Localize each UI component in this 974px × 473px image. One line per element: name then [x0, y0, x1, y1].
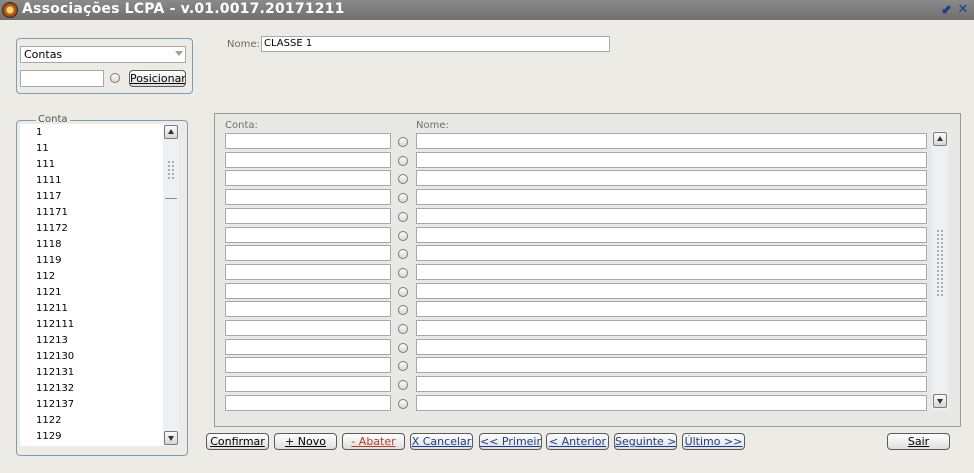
nome-label: Nome:: [227, 39, 260, 50]
scroll-grip-icon[interactable]: [167, 160, 175, 180]
grid-conta-input[interactable]: [225, 320, 391, 336]
grid-row-radio[interactable]: [398, 249, 408, 259]
list-item[interactable]: 1121: [36, 287, 61, 298]
grid-nome-input[interactable]: [416, 245, 927, 261]
grid-nome-input[interactable]: [416, 133, 927, 149]
nome-input[interactable]: CLASSE 1: [261, 36, 610, 52]
list-item[interactable]: 112111: [36, 319, 74, 330]
grid-nome-input[interactable]: [416, 339, 927, 355]
grid-nome-input[interactable]: [416, 264, 927, 280]
grid-conta-input[interactable]: [225, 227, 391, 243]
grid-row-radio[interactable]: [398, 231, 408, 241]
grid-nome-input[interactable]: [416, 357, 927, 373]
list-item[interactable]: 111: [36, 159, 55, 170]
grid-nome-input[interactable]: [416, 301, 927, 317]
seguinte-button[interactable]: Seguinte >: [614, 433, 677, 450]
scroll-grip-icon[interactable]: [936, 229, 944, 297]
list-item[interactable]: 1119: [36, 255, 61, 266]
scroll-thumb-edge: [165, 198, 177, 199]
grid-conta-input[interactable]: [225, 339, 391, 355]
scroll-down-icon[interactable]: [164, 431, 178, 445]
grid-conta-input[interactable]: [225, 152, 391, 168]
novo-button[interactable]: + Novo: [274, 433, 337, 450]
grid-nome-input[interactable]: [416, 170, 927, 186]
grid-conta-input[interactable]: [225, 189, 391, 205]
list-item[interactable]: 1111: [36, 175, 61, 186]
posicionar-button[interactable]: Posicionar: [129, 70, 186, 87]
list-item[interactable]: 1118: [36, 239, 61, 250]
grid-nome-input[interactable]: [416, 189, 927, 205]
conta-list[interactable]: 1 11 111 1111 1117 11171 11172 1118 1119…: [20, 124, 163, 446]
list-item[interactable]: 1: [36, 127, 42, 138]
grid-row-radio[interactable]: [398, 305, 408, 315]
app-logo-icon: [2, 2, 18, 18]
minimize-icon[interactable]: ⬋: [940, 2, 954, 18]
grid-conta-input[interactable]: [225, 170, 391, 186]
grid-conta-input[interactable]: [225, 133, 391, 149]
grid-conta-input[interactable]: [225, 245, 391, 261]
conta-list-scrollbar[interactable]: [163, 124, 179, 446]
list-item[interactable]: 11171: [36, 207, 68, 218]
position-input[interactable]: [20, 70, 104, 87]
grid-row-radio[interactable]: [398, 399, 408, 409]
grid-row-radio[interactable]: [398, 380, 408, 390]
grid-conta-input[interactable]: [225, 208, 391, 224]
scroll-down-icon[interactable]: [933, 394, 947, 408]
grid-conta-input[interactable]: [225, 395, 391, 411]
list-item[interactable]: 11172: [36, 223, 68, 234]
list-item[interactable]: 11213: [36, 335, 68, 346]
grid-nome-input[interactable]: [416, 320, 927, 336]
ultimo-button[interactable]: Último >>: [682, 433, 745, 450]
list-item[interactable]: 112131: [36, 367, 74, 378]
col-nome-header: Nome:: [416, 120, 449, 131]
list-item[interactable]: 1122: [36, 415, 61, 426]
grid-row-radio[interactable]: [398, 193, 408, 203]
col-conta-header: Conta:: [225, 120, 258, 131]
close-icon[interactable]: ✕: [956, 2, 970, 18]
chevron-down-icon: [175, 51, 183, 56]
grid-row-radio[interactable]: [398, 174, 408, 184]
list-item[interactable]: 112: [36, 271, 55, 282]
title-bar[interactable]: Associações LCPA - v.01.0017.20171211 ⬋ …: [0, 0, 974, 20]
list-item[interactable]: 1129: [36, 431, 61, 442]
list-item[interactable]: 112137: [36, 399, 74, 410]
grid-row-radio[interactable]: [398, 156, 408, 166]
list-item[interactable]: 112130: [36, 351, 74, 362]
grid-row-radio[interactable]: [398, 324, 408, 334]
grid-row-radio[interactable]: [398, 343, 408, 353]
list-item[interactable]: 11211: [36, 303, 68, 314]
confirmar-button[interactable]: Confirmar: [206, 433, 269, 450]
grid-nome-input[interactable]: [416, 395, 927, 411]
cancelar-button[interactable]: X Cancelar: [410, 433, 473, 450]
grid-nome-input[interactable]: [416, 152, 927, 168]
grid-conta-input[interactable]: [225, 283, 391, 299]
abater-button[interactable]: - Abater: [342, 433, 405, 450]
grid-conta-input[interactable]: [225, 301, 391, 317]
grid-scrollbar[interactable]: [932, 131, 948, 410]
scroll-up-icon[interactable]: [933, 132, 947, 146]
list-item[interactable]: 11: [36, 143, 49, 154]
grid-nome-input[interactable]: [416, 283, 927, 299]
sair-button[interactable]: Sair: [887, 433, 950, 450]
grid-row-radio[interactable]: [398, 361, 408, 371]
grid-nome-input[interactable]: [416, 227, 927, 243]
grid-nome-input[interactable]: [416, 208, 927, 224]
grid-row-radio[interactable]: [398, 137, 408, 147]
list-type-select[interactable]: Contas: [20, 46, 186, 63]
list-type-select-value: Contas: [24, 48, 63, 61]
grid-conta-input[interactable]: [225, 357, 391, 373]
list-item[interactable]: 112132: [36, 383, 74, 394]
primeiro-button[interactable]: << Primeiro: [479, 433, 542, 450]
grid-row-radio[interactable]: [398, 212, 408, 222]
grid-nome-input[interactable]: [416, 376, 927, 392]
list-item[interactable]: 1117: [36, 191, 61, 202]
position-radio[interactable]: [110, 73, 120, 83]
anterior-button[interactable]: < Anterior: [546, 433, 609, 450]
window-title: Associações LCPA - v.01.0017.20171211: [22, 1, 345, 17]
grid-conta-input[interactable]: [225, 376, 391, 392]
scroll-up-icon[interactable]: [164, 125, 178, 139]
grid-row-radio[interactable]: [398, 268, 408, 278]
grid-conta-input[interactable]: [225, 264, 391, 280]
grid-row-radio[interactable]: [398, 287, 408, 297]
